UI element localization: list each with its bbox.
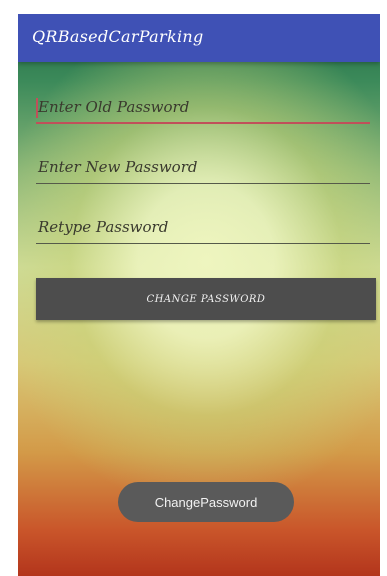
retype-password-underline bbox=[36, 243, 370, 244]
retype-password-field[interactable]: Retype Password bbox=[36, 210, 370, 244]
new-password-underline bbox=[36, 183, 370, 184]
toast-message: ChangePassword bbox=[118, 482, 294, 522]
old-password-hint: Enter Old Password bbox=[38, 98, 190, 116]
new-password-field[interactable]: Enter New Password bbox=[36, 150, 370, 184]
old-password-field[interactable]: Enter Old Password bbox=[36, 90, 370, 124]
old-password-underline bbox=[36, 122, 370, 124]
change-password-button[interactable]: CHANGE PASSWORD bbox=[36, 278, 376, 320]
app-screen: QRBasedCarParking Enter Old Password Ent… bbox=[18, 14, 380, 576]
app-bar: QRBasedCarParking bbox=[18, 14, 380, 62]
app-title: QRBasedCarParking bbox=[32, 27, 204, 46]
new-password-hint: Enter New Password bbox=[38, 158, 198, 176]
retype-password-hint: Retype Password bbox=[38, 218, 169, 236]
